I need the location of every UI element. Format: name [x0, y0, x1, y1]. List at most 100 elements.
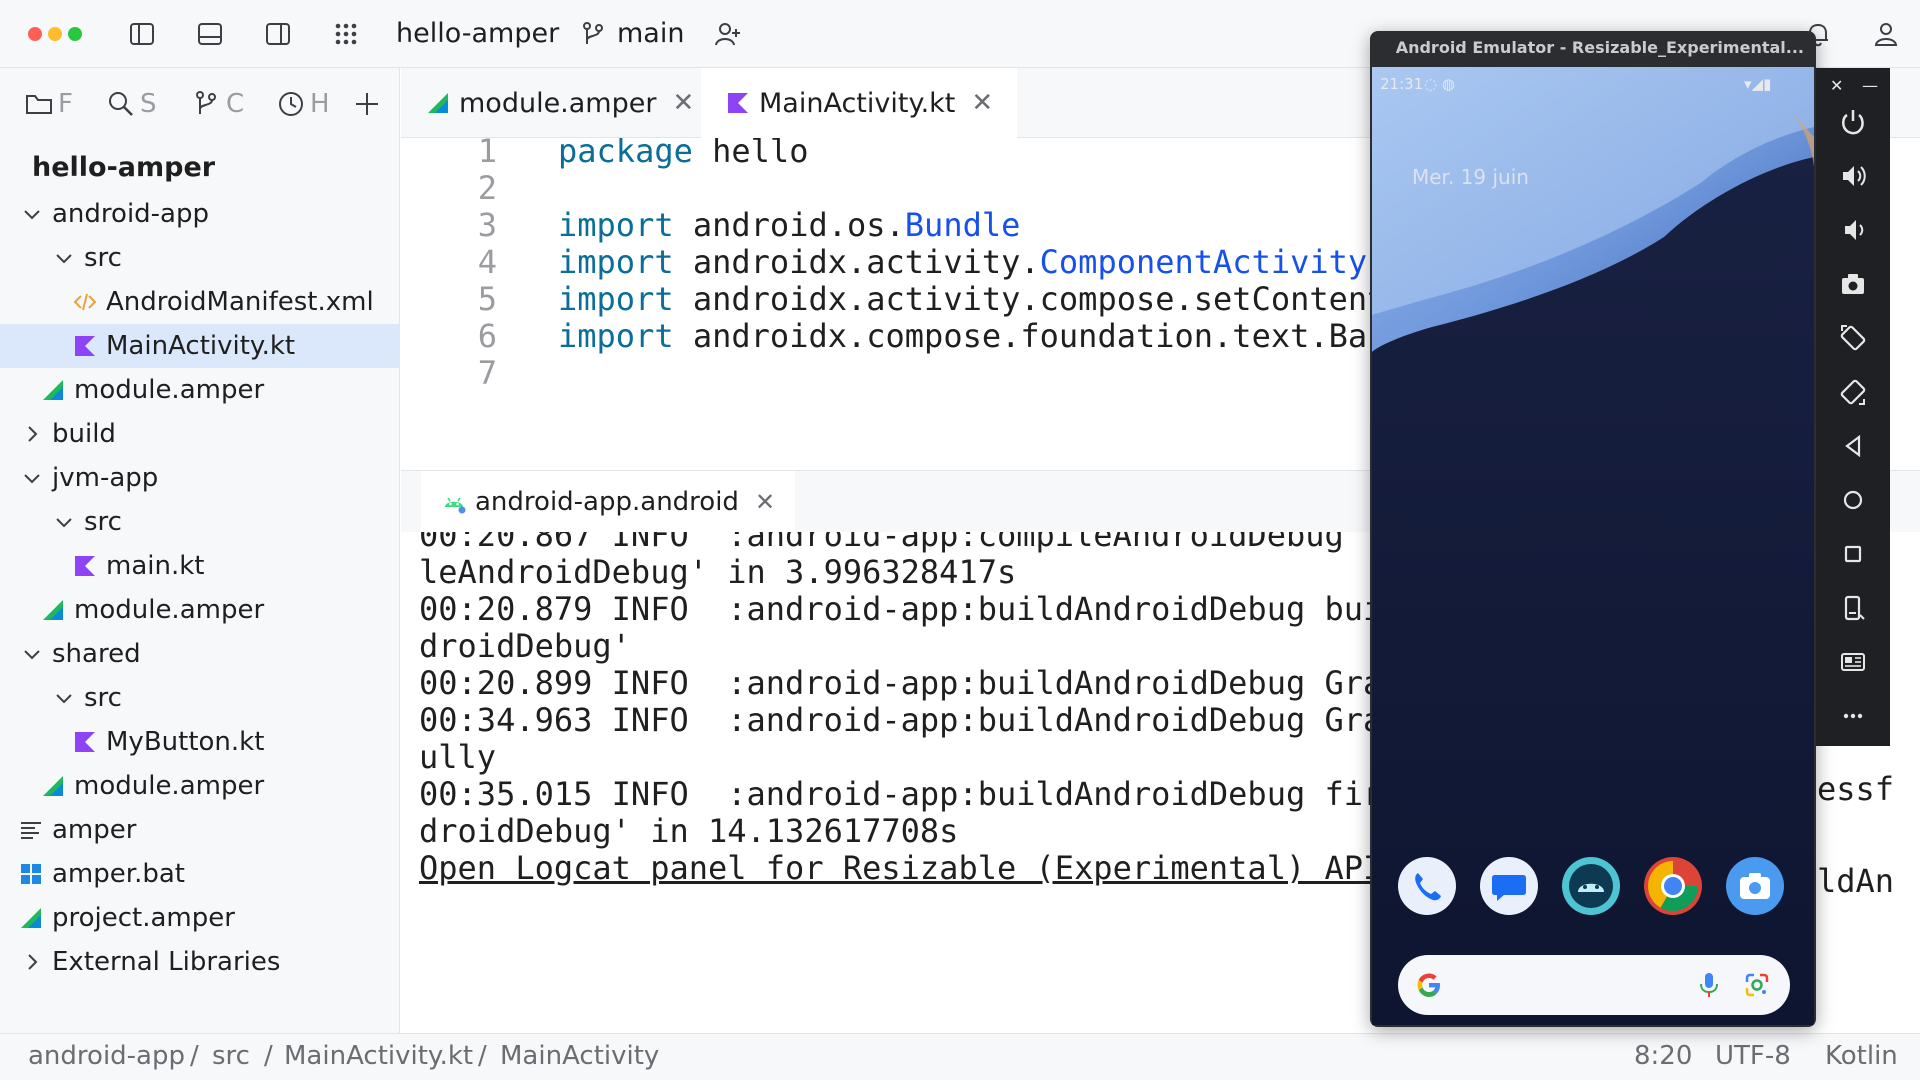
- tree-item-project-amper[interactable]: project.amper: [0, 896, 400, 940]
- tree-item-src[interactable]: src: [0, 236, 400, 280]
- file-language[interactable]: Kotlin: [1825, 1041, 1898, 1071]
- code-token: androidx.activity.: [673, 243, 1040, 281]
- tab-history[interactable]: H: [276, 86, 330, 122]
- breadcrumb-src[interactable]: src: [212, 1041, 250, 1071]
- tree-item-external-libraries[interactable]: External Libraries: [0, 940, 400, 984]
- tree-item-module-amper[interactable]: module.amper: [0, 368, 400, 412]
- breadcrumb-mainactivity[interactable]: MainActivity: [500, 1041, 659, 1071]
- tab-mainactivity-kt-label: MainActivity.kt: [759, 87, 956, 119]
- minimize-icon[interactable]: —: [1862, 76, 1878, 95]
- tree-item-mainactivity-kt[interactable]: MainActivity.kt: [0, 324, 400, 368]
- kotlin-file-icon: [72, 553, 98, 579]
- main-menu-grid-icon[interactable]: [328, 16, 364, 52]
- microphone-icon[interactable]: [1694, 970, 1724, 1000]
- volume-down-icon[interactable]: [1835, 212, 1871, 248]
- chrome-app-icon[interactable]: [1644, 857, 1702, 915]
- fold-device-icon[interactable]: [1835, 590, 1871, 626]
- tab-run-label: android-app.android: [475, 487, 739, 517]
- file-encoding[interactable]: UTF-8: [1715, 1041, 1791, 1071]
- back-icon[interactable]: [1835, 428, 1871, 464]
- type-token: ComponentActivity: [1039, 243, 1368, 281]
- chevron-down-icon[interactable]: [20, 642, 44, 666]
- add-user-icon[interactable]: [710, 16, 746, 52]
- tab-search[interactable]: S: [106, 86, 157, 122]
- tree-item-amper-bat[interactable]: amper.bat: [0, 852, 400, 896]
- tree-item-module-amper[interactable]: module.amper: [0, 764, 400, 808]
- window-zoom-button[interactable]: [68, 27, 82, 41]
- tree-item-mybutton-kt[interactable]: MyButton.kt: [0, 720, 400, 764]
- tab-commit[interactable]: C: [192, 86, 244, 122]
- close-icon[interactable]: ✕: [672, 88, 694, 118]
- chevron-right-icon[interactable]: [20, 422, 44, 446]
- tree-item-amper[interactable]: amper: [0, 808, 400, 852]
- tree-item-label: src: [84, 243, 122, 273]
- caret-position[interactable]: 8:20: [1634, 1041, 1692, 1071]
- camera-app-icon[interactable]: [1726, 857, 1784, 915]
- tree-item-label: module.amper: [74, 595, 265, 625]
- tab-mainactivity-kt[interactable]: MainActivity.kt ✕: [701, 68, 1018, 138]
- home-icon[interactable]: [1835, 482, 1871, 518]
- project-title: hello-amper: [32, 152, 216, 183]
- status-bar: android-app / src / MainActivity.kt / Ma…: [0, 1033, 1920, 1080]
- close-icon[interactable]: ✕: [971, 88, 993, 118]
- snapshot-icon[interactable]: [1835, 644, 1871, 680]
- android-app-icon[interactable]: [1562, 857, 1620, 915]
- tab-run-android-app[interactable]: android-app.android ✕: [421, 471, 796, 533]
- amper-file-icon: [40, 773, 66, 799]
- chevron-down-icon[interactable]: [52, 510, 76, 534]
- battery-wifi-icon: ▾◢▮: [1744, 75, 1772, 93]
- clock-icon: [279, 92, 303, 116]
- tree-item-main-kt[interactable]: main.kt: [0, 544, 400, 588]
- tab-search-label: S: [140, 89, 157, 119]
- chevron-down-icon[interactable]: [52, 686, 76, 710]
- right-panel-toggle-icon[interactable]: [260, 16, 296, 52]
- tab-project[interactable]: F: [24, 86, 73, 122]
- tree-item-label: src: [84, 683, 122, 713]
- bottom-panel-toggle-icon[interactable]: [192, 16, 228, 52]
- tree-item-shared[interactable]: shared: [0, 632, 400, 676]
- left-panel-toggle-icon[interactable]: [124, 16, 160, 52]
- project-selector[interactable]: hello-amper: [396, 16, 559, 52]
- line-number[interactable]: 7: [401, 351, 497, 396]
- overview-icon[interactable]: [1835, 536, 1871, 572]
- breadcrumb-mainactivity-kt[interactable]: MainActivity.kt: [284, 1041, 473, 1071]
- tab-module-amper[interactable]: module.amper ✕: [401, 68, 718, 138]
- branch-selector[interactable]: main: [617, 16, 684, 52]
- volume-up-icon[interactable]: [1835, 158, 1871, 194]
- google-search-bar[interactable]: [1398, 955, 1790, 1015]
- tree-item-jvm-app[interactable]: jvm-app: [0, 456, 400, 500]
- tree-item-build[interactable]: build: [0, 412, 400, 456]
- code-token: androidx.activity.compose.setContent: [673, 280, 1387, 318]
- phone-app-icon[interactable]: [1398, 857, 1456, 915]
- screenshot-camera-icon[interactable]: [1835, 266, 1871, 302]
- chevron-right-icon[interactable]: [20, 950, 44, 974]
- google-lens-icon[interactable]: [1742, 970, 1772, 1000]
- tree-item-androidmanifest-xml[interactable]: AndroidManifest.xml: [0, 280, 400, 324]
- tree-item-module-amper[interactable]: module.amper: [0, 588, 400, 632]
- add-tab-button[interactable]: [352, 86, 382, 122]
- rotate-right-icon[interactable]: [1835, 374, 1871, 410]
- breadcrumb-android-app[interactable]: android-app: [28, 1041, 185, 1071]
- power-icon[interactable]: [1835, 104, 1871, 140]
- chevron-down-icon[interactable]: [20, 202, 44, 226]
- rotate-left-icon[interactable]: [1835, 320, 1871, 356]
- breadcrumb-separator: /: [190, 1041, 199, 1071]
- emulator-controls: ✕ —: [1816, 68, 1890, 746]
- account-icon[interactable]: [1868, 16, 1904, 52]
- messages-app-icon[interactable]: [1480, 857, 1538, 915]
- close-icon[interactable]: ✕: [1830, 76, 1843, 95]
- project-tool-window: F S C H hello-amper android-app src Androi…: [0, 68, 400, 1033]
- tree-item-src[interactable]: src: [0, 676, 400, 720]
- tree-item-label: module.amper: [74, 375, 265, 405]
- tree-item-src[interactable]: src: [0, 500, 400, 544]
- emulator-screen[interactable]: 21:31 ◌ ◍ ▾◢▮ Mer. 19 juin: [1372, 67, 1814, 1025]
- window-close-button[interactable]: [28, 27, 42, 41]
- more-options-icon[interactable]: [1835, 698, 1871, 734]
- chevron-down-icon[interactable]: [20, 466, 44, 490]
- chevron-down-icon[interactable]: [52, 246, 76, 270]
- window-minimize-button[interactable]: [48, 27, 62, 41]
- tree-item-android-app[interactable]: android-app: [0, 192, 400, 236]
- console-line: 00:35.015 INFO :android-app:buildAndroid…: [419, 775, 1383, 813]
- close-icon[interactable]: ✕: [755, 488, 775, 516]
- kotlin-file-icon: [72, 729, 98, 755]
